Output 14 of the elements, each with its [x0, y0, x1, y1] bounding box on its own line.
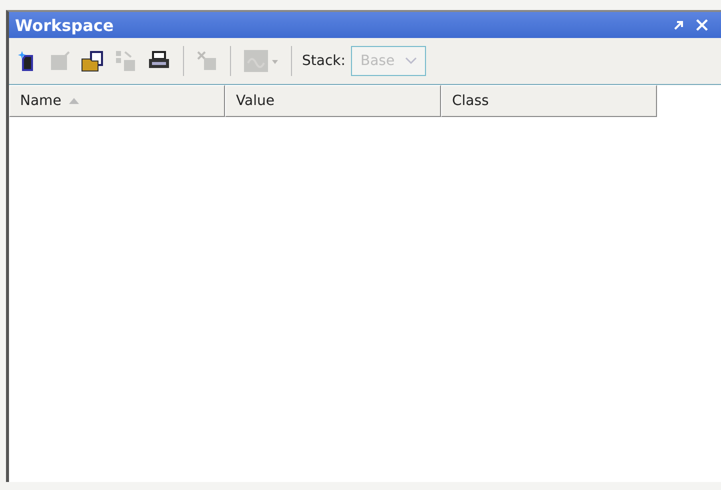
column-header[interactable]: Class: [441, 85, 657, 117]
printer-icon: [149, 51, 169, 68]
column-header[interactable]: Value: [225, 85, 441, 117]
open-folder-icon: [82, 51, 103, 72]
column-header[interactable]: Name: [9, 85, 225, 117]
caret-icon: [404, 57, 417, 65]
sort-ascending-icon: [69, 98, 80, 104]
window-title: Workspace: [15, 16, 115, 34]
plot-icon: [244, 50, 278, 72]
export-icon: [116, 51, 135, 71]
import-data-icon: [51, 51, 70, 70]
delete-icon: [197, 51, 216, 70]
stack-label: Stack:: [302, 53, 346, 69]
new-variable-icon: [18, 51, 33, 71]
